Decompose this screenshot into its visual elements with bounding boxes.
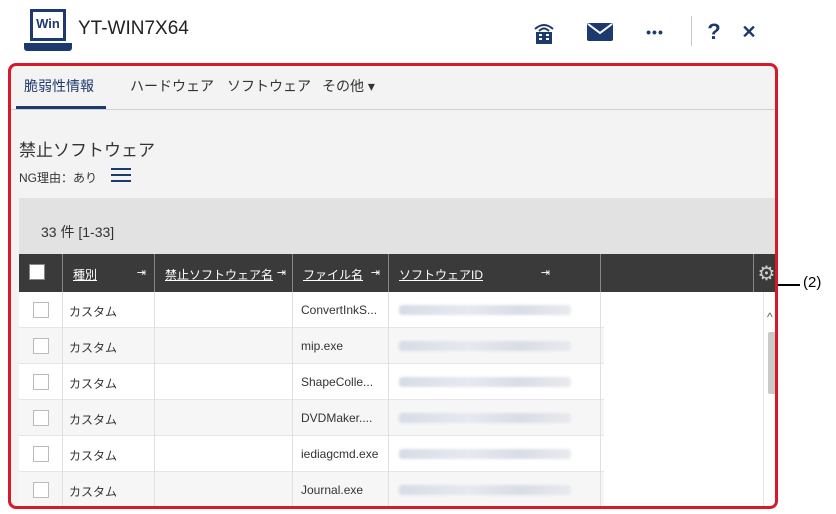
logo-text: Win bbox=[36, 16, 60, 31]
name-cell bbox=[155, 436, 293, 472]
tab-bar: 脆弱性情報 ハードウェア ソフトウェア その他 ▾ bbox=[11, 66, 775, 110]
mail-icon[interactable] bbox=[586, 18, 614, 46]
menu-icon[interactable] bbox=[111, 168, 131, 184]
window-title: YT-WIN7X64 bbox=[78, 18, 189, 39]
column-file-label[interactable]: ファイル名 bbox=[303, 268, 363, 282]
row-checkbox[interactable] bbox=[33, 410, 49, 426]
type-cell: カスタム bbox=[63, 328, 155, 364]
column-file[interactable]: ファイル名 ⇥ bbox=[293, 254, 389, 292]
column-type-label[interactable]: 種別 bbox=[73, 268, 97, 282]
callout-line bbox=[778, 284, 800, 286]
gear-icon[interactable]: ⚙ bbox=[753, 254, 775, 292]
type-cell: カスタム bbox=[63, 472, 155, 506]
scroll-thumb[interactable] bbox=[768, 332, 775, 394]
callout-label: (2) bbox=[803, 274, 822, 291]
close-icon[interactable]: ✕ bbox=[735, 18, 763, 46]
software-id-cell bbox=[389, 328, 601, 364]
select-all-checkbox[interactable] bbox=[29, 264, 45, 280]
name-cell bbox=[155, 364, 293, 400]
name-cell bbox=[155, 292, 293, 328]
file-cell: ShapeColle... bbox=[293, 364, 389, 400]
tab-other[interactable]: その他 ▾ bbox=[322, 76, 375, 96]
row-checkbox[interactable] bbox=[33, 302, 49, 318]
name-cell bbox=[155, 472, 293, 506]
table-body: カスタム ConvertInkS... カスタム mip.exe カスタム Sh… bbox=[19, 292, 769, 506]
select-all-cell bbox=[19, 254, 63, 292]
table-row[interactable]: カスタム DVDMaker.... bbox=[19, 400, 604, 436]
row-checkbox[interactable] bbox=[33, 482, 49, 498]
software-id-cell bbox=[389, 472, 601, 506]
title-bar: Win YT-WIN7X64 ••• ? ✕ bbox=[0, 0, 780, 62]
name-cell bbox=[155, 328, 293, 364]
file-cell: ConvertInkS... bbox=[293, 292, 389, 328]
result-count-bar: 33 件 [1-33] bbox=[19, 198, 775, 254]
vertical-scrollbar[interactable]: ^ bbox=[763, 292, 775, 506]
ng-reason-label: NG理由：あり bbox=[19, 171, 98, 185]
name-cell bbox=[155, 400, 293, 436]
file-cell: iediagcmd.exe bbox=[293, 436, 389, 472]
column-software-id-label[interactable]: ソフトウェアID bbox=[399, 268, 483, 282]
table-row[interactable]: カスタム mip.exe bbox=[19, 328, 604, 364]
tab-software[interactable]: ソフトウェア bbox=[227, 76, 311, 96]
tab-hardware[interactable]: ハードウェア bbox=[130, 76, 214, 96]
row-checkbox[interactable] bbox=[33, 374, 49, 390]
table-row[interactable]: カスタム ConvertInkS... bbox=[19, 292, 604, 328]
software-id-cell bbox=[389, 400, 601, 436]
software-id-cell bbox=[389, 436, 601, 472]
pin-icon[interactable]: ⇥ bbox=[541, 266, 550, 279]
column-name[interactable]: 禁止ソフトウェア名 ⇥ bbox=[155, 254, 293, 292]
file-cell: DVDMaker.... bbox=[293, 400, 389, 436]
software-id-cell bbox=[389, 292, 601, 328]
pin-icon[interactable]: ⇥ bbox=[137, 266, 146, 279]
help-icon[interactable]: ? bbox=[700, 18, 728, 46]
software-id-cell bbox=[389, 364, 601, 400]
file-cell: Journal.exe bbox=[293, 472, 389, 506]
table-row[interactable]: カスタム Journal.exe bbox=[19, 472, 604, 506]
pin-icon[interactable]: ⇥ bbox=[371, 266, 380, 279]
table-row[interactable]: カスタム iediagcmd.exe bbox=[19, 436, 604, 472]
building-icon[interactable] bbox=[530, 18, 558, 46]
more-icon[interactable]: ••• bbox=[641, 18, 669, 46]
type-cell: カスタム bbox=[63, 292, 155, 328]
table-header: 種別 ⇥ 禁止ソフトウェア名 ⇥ ファイル名 ⇥ ソフトウェアID ⇥ ⚙ bbox=[19, 254, 775, 292]
main-panel: 脆弱性情報 ハードウェア ソフトウェア その他 ▾ 禁止ソフトウェア NG理由：… bbox=[8, 63, 778, 509]
tab-vulnerability[interactable]: 脆弱性情報 bbox=[24, 76, 94, 96]
computer-logo-icon: Win bbox=[24, 9, 72, 53]
row-checkbox[interactable] bbox=[33, 446, 49, 462]
section-title: 禁止ソフトウェア bbox=[19, 141, 155, 160]
table-row[interactable]: カスタム ShapeColle... bbox=[19, 364, 604, 400]
column-software-id[interactable]: ソフトウェアID ⇥ bbox=[389, 254, 601, 292]
column-type[interactable]: 種別 ⇥ bbox=[63, 254, 155, 292]
scroll-up-icon[interactable]: ^ bbox=[767, 310, 773, 324]
type-cell: カスタム bbox=[63, 436, 155, 472]
column-name-label[interactable]: 禁止ソフトウェア名 bbox=[165, 268, 273, 282]
row-checkbox[interactable] bbox=[33, 338, 49, 354]
toolbar-divider bbox=[691, 16, 692, 46]
result-count: 33 件 [1-33] bbox=[41, 224, 115, 240]
file-cell: mip.exe bbox=[293, 328, 389, 364]
type-cell: カスタム bbox=[63, 364, 155, 400]
pin-icon[interactable]: ⇥ bbox=[277, 266, 286, 279]
tab-divider bbox=[11, 109, 775, 110]
type-cell: カスタム bbox=[63, 400, 155, 436]
